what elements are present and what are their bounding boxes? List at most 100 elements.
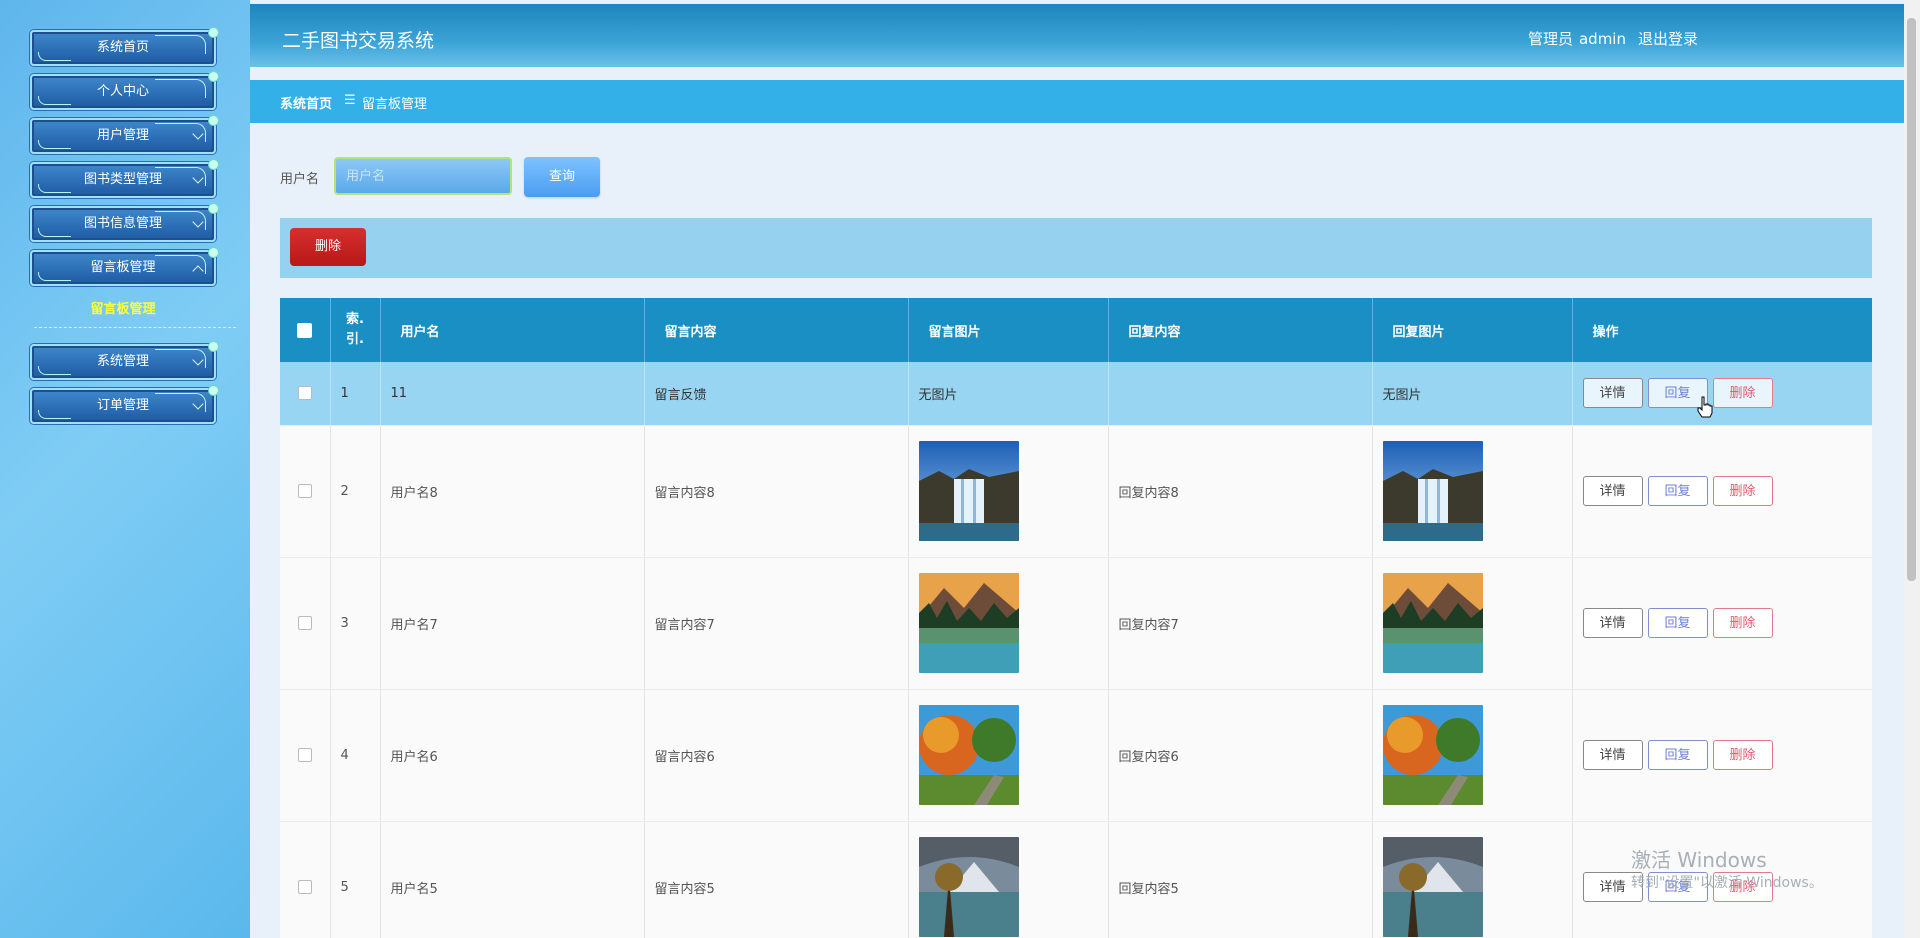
row-reply: 回复内容8 <box>1108 425 1373 558</box>
message-table-wrap: 索. 引. 用户名 留言内容 留言图片 回复内容 回复图片 操作 1 11 留言… <box>280 298 1872 938</box>
column-header-username: 用户名 <box>380 298 645 362</box>
column-header-message-image: 留言图片 <box>908 298 1109 362</box>
mountain-image[interactable] <box>918 837 1019 937</box>
row-checkbox-cell <box>280 557 331 690</box>
row-reply <box>1108 362 1373 426</box>
sidebar-item-profile[interactable]: 个人中心 <box>30 71 219 110</box>
windows-activation-watermark: 激活 Windows <box>1631 848 1767 872</box>
sidebar-item-label: 留言板管理 <box>90 260 156 275</box>
row-message: 留言内容7 <box>644 557 909 690</box>
row-actions: 详情 回复 删除 <box>1572 557 1872 690</box>
sidebar-item-label: 图书类型管理 <box>83 172 162 187</box>
sidebar-item-system[interactable]: 系统管理 <box>30 341 219 380</box>
row-actions: 详情 回复 删除 <box>1572 425 1872 558</box>
delete-button[interactable]: 删除 <box>1712 476 1773 506</box>
reply-button[interactable]: 回复 <box>1647 608 1708 638</box>
lake-image[interactable] <box>1382 573 1483 673</box>
delete-button[interactable]: 删除 <box>1712 608 1773 638</box>
admin-info: 管理员 admin 退出登录 <box>1522 28 1698 49</box>
sidebar-item-label: 系统首页 <box>96 40 149 55</box>
sidebar-item-label: 订单管理 <box>96 398 149 413</box>
batch-delete-button[interactable]: 删除 <box>290 228 366 266</box>
row-reply: 回复内容5 <box>1108 821 1373 938</box>
table-row[interactable]: 4 用户名6 留言内容6 回复内容6 详情 回复 删除 <box>280 689 1872 822</box>
windows-activation-hint: 转到"设置"以激活 Windows。 <box>1631 875 1823 891</box>
table-row[interactable]: 3 用户名7 留言内容7 回复内容7 详情 回复 删除 <box>280 557 1872 690</box>
waterfall-image[interactable] <box>1382 441 1483 541</box>
sidebar-item-orders[interactable]: 订单管理 <box>30 385 219 424</box>
table-row[interactable]: 1 11 留言反馈 无图片 无图片 详情 回复 删除 <box>280 362 1872 426</box>
row-checkbox-cell <box>280 362 331 426</box>
row-checkbox[interactable] <box>297 484 312 498</box>
sidebar-item-home[interactable]: 系统首页 <box>30 27 219 66</box>
row-reply-image <box>1372 425 1573 558</box>
hand-cursor-icon <box>1697 396 1713 418</box>
breadcrumb-separator-icon: ☰ <box>344 93 356 108</box>
column-header-reply: 回复内容 <box>1108 298 1373 362</box>
lake-image[interactable] <box>918 573 1019 673</box>
action-bar: 删除 <box>280 218 1872 278</box>
sidebar-item-book-info[interactable]: 图书信息管理 <box>30 203 219 242</box>
row-message-image <box>908 821 1109 938</box>
sidebar-subitem-message-board[interactable]: 留言板管理 <box>30 298 216 317</box>
query-button[interactable]: 查询 <box>524 157 600 197</box>
reply-button[interactable]: 回复 <box>1647 740 1708 770</box>
row-message-image <box>908 689 1109 822</box>
row-reply: 回复内容6 <box>1108 689 1373 822</box>
row-checkbox-cell <box>280 425 331 558</box>
row-message: 留言内容8 <box>644 425 909 558</box>
row-message: 留言内容6 <box>644 689 909 822</box>
row-checkbox[interactable] <box>297 880 312 894</box>
column-header-index: 索. 引. <box>330 298 381 362</box>
sidebar-item-label: 图书信息管理 <box>83 216 162 231</box>
mountain-image[interactable] <box>1382 837 1483 937</box>
sidebar-item-message-board[interactable]: 留言板管理 <box>30 247 219 286</box>
row-message-image <box>908 557 1109 690</box>
detail-button[interactable]: 详情 <box>1582 476 1643 506</box>
sidebar-item-users[interactable]: 用户管理 <box>30 115 219 154</box>
select-all-checkbox[interactable] <box>297 322 313 338</box>
row-message-image: 无图片 <box>908 362 1109 426</box>
row-username: 11 <box>380 362 645 426</box>
row-checkbox-cell <box>280 821 331 938</box>
breadcrumb: 系统首页 ☰ 留言板管理 <box>250 80 1904 123</box>
row-index: 2 <box>330 425 381 558</box>
column-header-reply-image: 回复图片 <box>1372 298 1573 362</box>
row-username: 用户名8 <box>380 425 645 558</box>
detail-button[interactable]: 详情 <box>1582 740 1643 770</box>
username-search-input[interactable] <box>334 157 512 195</box>
detail-button[interactable]: 详情 <box>1582 378 1643 409</box>
sidebar-item-book-types[interactable]: 图书类型管理 <box>30 159 219 198</box>
row-checkbox[interactable] <box>297 616 312 630</box>
scrollbar-thumb[interactable] <box>1907 18 1916 581</box>
waterfall-image[interactable] <box>918 441 1019 541</box>
top-header: 二手图书交易系统 管理员 admin 退出登录 <box>250 4 1904 67</box>
row-message: 留言反馈 <box>644 362 909 426</box>
table-row[interactable]: 2 用户名8 留言内容8 回复内容8 详情 回复 删除 <box>280 425 1872 558</box>
row-username: 用户名6 <box>380 689 645 822</box>
reply-button[interactable]: 回复 <box>1647 476 1708 506</box>
sidebar: 系统首页 个人中心 用户管理 图书类型管理 图书信息管理 留言板管理 留言板管理… <box>0 0 250 938</box>
row-message-image <box>908 425 1109 558</box>
row-username: 用户名7 <box>380 557 645 690</box>
row-message: 留言内容5 <box>644 821 909 938</box>
breadcrumb-current: 留言板管理 <box>362 97 428 112</box>
row-checkbox[interactable] <box>297 748 312 762</box>
search-label: 用户名 <box>280 172 320 187</box>
delete-button[interactable]: 删除 <box>1712 378 1773 409</box>
row-index: 5 <box>330 821 381 938</box>
page-scrollbar[interactable] <box>1904 0 1920 938</box>
delete-button[interactable]: 删除 <box>1712 740 1773 770</box>
row-index: 1 <box>330 362 381 426</box>
autumn-image[interactable] <box>1382 705 1483 805</box>
detail-button[interactable]: 详情 <box>1582 608 1643 638</box>
row-checkbox[interactable] <box>297 386 312 401</box>
message-table: 索. 引. 用户名 留言内容 留言图片 回复内容 回复图片 操作 1 11 留言… <box>280 298 1872 938</box>
column-header-message: 留言内容 <box>644 298 909 362</box>
column-header-actions: 操作 <box>1572 298 1872 362</box>
row-reply: 回复内容7 <box>1108 557 1373 690</box>
breadcrumb-home[interactable]: 系统首页 <box>280 93 332 112</box>
logout-link[interactable]: 退出登录 <box>1638 30 1698 48</box>
autumn-image[interactable] <box>918 705 1019 805</box>
index-header-line1: 索. <box>346 312 364 327</box>
